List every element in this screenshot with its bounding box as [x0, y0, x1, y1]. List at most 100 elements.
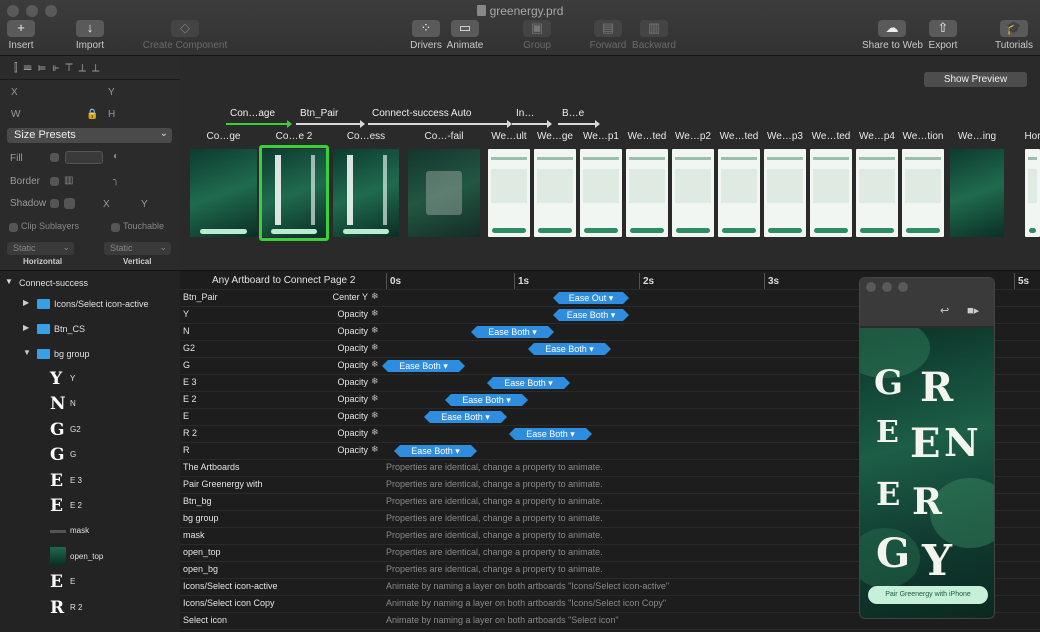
snowflake-icon[interactable]: ❄ — [371, 376, 379, 387]
animated-property[interactable]: Opacity — [337, 309, 368, 319]
layer-item[interactable]: open_top — [0, 546, 180, 571]
layer-item[interactable]: ▶ Btn_CS — [0, 321, 180, 343]
artboard-title[interactable]: Co…ge — [186, 131, 261, 142]
ease-curve-bar[interactable]: Ease Both ▾ — [445, 394, 528, 406]
artboard-thumbnail[interactable] — [718, 149, 760, 237]
snowflake-icon[interactable]: ❄ — [371, 427, 379, 438]
artboard-thumbnail[interactable] — [190, 149, 257, 237]
animated-property[interactable]: Opacity — [337, 428, 368, 438]
animated-property[interactable]: Center Y — [333, 292, 368, 302]
preview-close-button[interactable] — [866, 282, 876, 292]
artboard-title[interactable]: We…p1 — [576, 131, 626, 142]
size-presets-select[interactable]: Size Presets ⌄ — [7, 128, 172, 143]
ease-curve-bar[interactable]: Ease Both ▾ — [553, 309, 629, 321]
align-right-icon[interactable]: ⊩ — [52, 62, 65, 74]
artboard-thumbnail[interactable] — [856, 149, 898, 237]
corner-radius-icon[interactable]: ╮ — [113, 175, 119, 186]
layer-item[interactable]: YY — [0, 369, 180, 393]
artboard-thumbnail[interactable] — [626, 149, 668, 237]
artboard-title[interactable]: We…p3 — [760, 131, 810, 142]
layer-item[interactable]: R R 2 — [0, 598, 180, 622]
animated-property[interactable]: Opacity — [337, 360, 368, 370]
artboard-thumbnail[interactable] — [950, 149, 1004, 237]
artboard-title[interactable]: We…ult — [484, 131, 534, 142]
shadow-color-well[interactable] — [64, 198, 75, 209]
snowflake-icon[interactable]: ❄ — [371, 291, 379, 302]
interaction-link-label[interactable]: B…e — [562, 108, 584, 119]
tutorials-button[interactable]: 🎓 Tutorials — [994, 20, 1034, 54]
artboard-thumbnail[interactable] — [333, 149, 399, 237]
animated-property[interactable]: Opacity — [337, 445, 368, 455]
ease-curve-bar[interactable]: Ease Both ▾ — [528, 343, 611, 355]
animated-property[interactable]: Opacity — [337, 343, 368, 353]
layer-item[interactable]: G G2 — [0, 420, 180, 444]
disclosure-closed-icon[interactable]: ▶ — [23, 323, 29, 332]
artboard-thumbnail[interactable] — [1025, 149, 1040, 237]
insert-button[interactable]: + Insert — [4, 20, 38, 54]
show-preview-button[interactable]: Show Preview — [924, 72, 1027, 87]
snowflake-icon[interactable]: ❄ — [371, 444, 379, 455]
layer-item[interactable]: GG — [0, 445, 180, 469]
artboard-title[interactable]: We…tion — [898, 131, 948, 142]
artboard-title[interactable]: We…ted — [714, 131, 764, 142]
animated-property[interactable]: Opacity — [337, 394, 368, 404]
artboard-title[interactable]: We…ge — [530, 131, 580, 142]
interaction-link-label[interactable]: Con…age — [230, 108, 275, 119]
artboard-title[interactable]: Co…-fail — [404, 131, 484, 142]
snowflake-icon[interactable]: ❄ — [371, 342, 379, 353]
artboard-title[interactable]: We…ted — [622, 131, 672, 142]
layer-item[interactable]: E E 3 — [0, 471, 180, 495]
snowflake-icon[interactable]: ❄ — [371, 393, 379, 404]
artboard-thumbnail[interactable] — [408, 149, 480, 237]
align-middle-icon[interactable]: ⊥ — [79, 62, 92, 74]
preview-zoom-button[interactable] — [898, 282, 908, 292]
artboard-title[interactable]: Co…ess — [329, 131, 403, 142]
disclosure-open-icon[interactable]: ▼ — [5, 277, 13, 286]
create-component-button[interactable]: ◇ Create Component — [142, 20, 228, 54]
ease-curve-bar[interactable]: Ease Both ▾ — [471, 326, 554, 338]
preview-window[interactable]: ↩ ■▸ GREENERGY Pair Greenergy with iPhon… — [859, 277, 995, 619]
align-top-icon[interactable]: ⊤ — [65, 62, 78, 74]
align-center-icon[interactable]: ⊨ — [38, 62, 52, 74]
share-to-web-button[interactable]: ☁ Share to Web — [862, 20, 923, 54]
animated-property[interactable]: Opacity — [337, 377, 368, 387]
ease-curve-bar[interactable]: Ease Both ▾ — [509, 428, 592, 440]
artboard-thumbnail[interactable] — [488, 149, 530, 237]
horizontal-constraint-select[interactable]: Static ⌄ — [7, 242, 74, 255]
layer-item[interactable]: NN — [0, 394, 180, 418]
ease-curve-bar[interactable]: Ease Both ▾ — [424, 411, 507, 423]
lock-ratio-icon[interactable]: 🔒 — [86, 109, 98, 120]
snowflake-icon[interactable]: ❄ — [371, 325, 379, 336]
fill-color-well[interactable] — [65, 151, 103, 164]
export-button[interactable]: ⇧ Export — [926, 20, 960, 54]
artboard-title[interactable]: Hor — [1021, 131, 1040, 142]
distribute-icon[interactable]: ☰ — [24, 62, 38, 74]
ease-curve-bar[interactable]: Ease Both ▾ — [487, 377, 570, 389]
disclosure-closed-icon[interactable]: ▶ — [23, 298, 29, 307]
layer-item[interactable]: ▶ Icons/Select icon-active — [0, 296, 180, 318]
ease-curve-bar[interactable]: Ease Both ▾ — [394, 445, 477, 457]
align-left-icon[interactable]: ⫿ — [14, 62, 24, 74]
touchable-checkbox[interactable] — [111, 223, 120, 232]
artboard-thumbnail[interactable] — [810, 149, 852, 237]
snowflake-icon[interactable]: ❄ — [371, 308, 379, 319]
artboard-thumbnail[interactable] — [902, 149, 944, 237]
artboard-thumbnail[interactable] — [534, 149, 576, 237]
backward-button[interactable]: ▥ Backward — [631, 20, 677, 54]
artboard-title[interactable]: We…ing — [946, 131, 1008, 142]
drivers-button[interactable]: ⁘ Drivers — [409, 20, 443, 54]
animated-property[interactable]: Opacity — [337, 326, 368, 336]
shadow-checkbox[interactable] — [50, 199, 59, 208]
preview-minimize-button[interactable] — [882, 282, 892, 292]
interaction-link-label[interactable]: Connect-success Auto — [372, 108, 472, 119]
artboard-title[interactable]: We…p2 — [668, 131, 718, 142]
border-checkbox[interactable] — [50, 177, 59, 186]
video-camera-icon[interactable]: ■▸ — [967, 304, 979, 317]
layer-item[interactable]: E E 2 — [0, 496, 180, 520]
import-button[interactable]: ↓ Import — [74, 20, 106, 54]
interaction-link-label[interactable]: In… — [516, 108, 534, 119]
artboard-thumbnail[interactable] — [580, 149, 622, 237]
disclosure-open-icon[interactable]: ▼ — [23, 348, 31, 357]
layer-item[interactable]: mask — [0, 523, 180, 545]
pair-button[interactable]: Pair Greenergy with iPhone — [868, 586, 988, 604]
